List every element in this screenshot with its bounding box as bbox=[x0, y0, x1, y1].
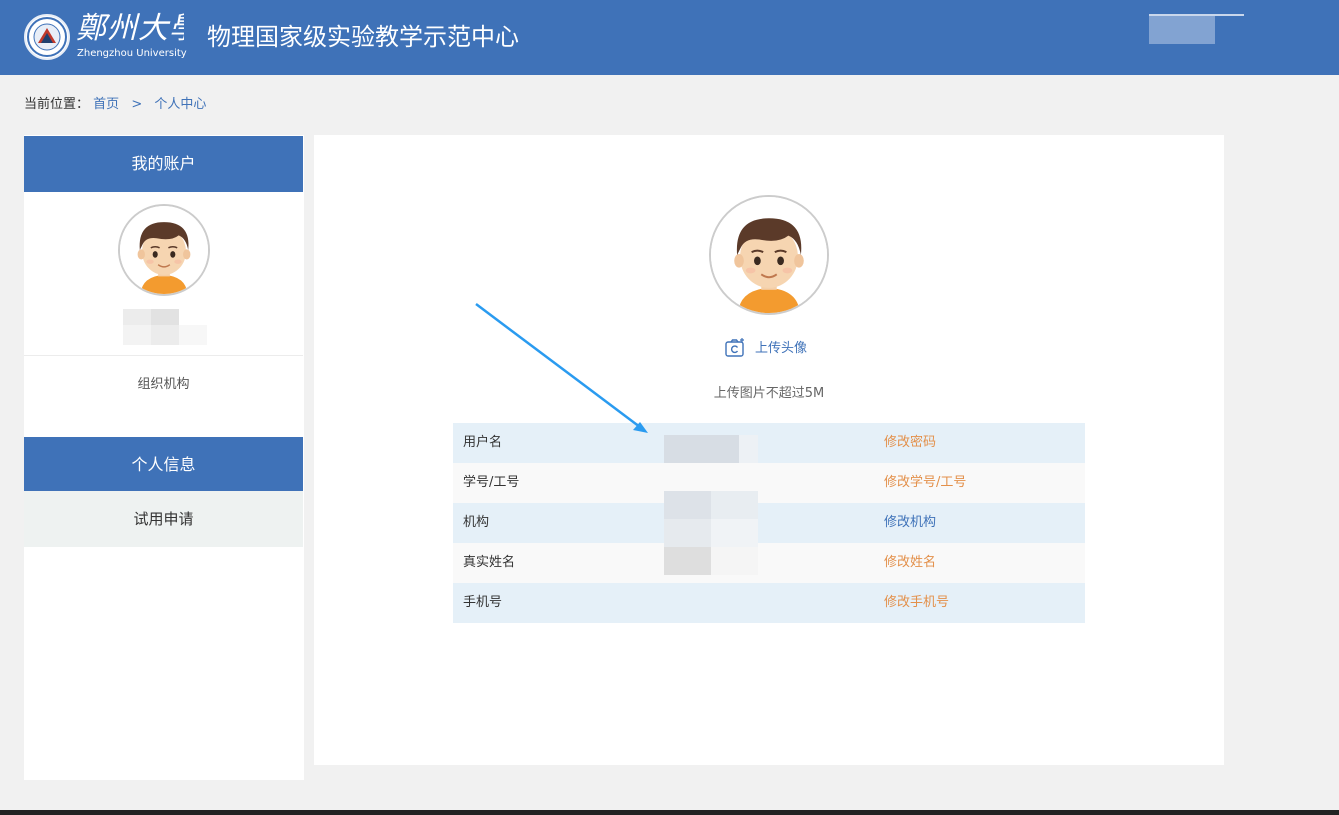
table-row: 机构 修改机构 bbox=[453, 503, 1085, 543]
table-row: 真实姓名 修改姓名 bbox=[453, 543, 1085, 583]
upload-hint: 上传图片不超过5M bbox=[713, 386, 825, 401]
site-title: 物理国家级实验教学示范中心 bbox=[207, 23, 519, 51]
row-label-phone: 手机号 bbox=[463, 595, 503, 610]
change-name-link[interactable]: 修改姓名 bbox=[884, 553, 936, 573]
sidebar-heading-my-account[interactable]: 我的账户 bbox=[24, 136, 303, 192]
top-header: 鄭州大學 Zhengzhou University 物理国家级实验教学示范中心 bbox=[0, 0, 1339, 75]
sidebar-item-trial-apply[interactable]: 试用申请 bbox=[24, 491, 303, 547]
sidebar: 我的账户 组织机构 个人信息 试用申请 bbox=[24, 135, 304, 780]
university-logo-english: Zhengzhou University bbox=[77, 48, 187, 59]
breadcrumb-prefix: 当前位置： bbox=[24, 97, 90, 112]
table-row: 学号/工号 修改学号/工号 bbox=[453, 463, 1085, 503]
sidebar-username-blurred bbox=[123, 309, 207, 347]
change-phone-link[interactable]: 修改手机号 bbox=[884, 593, 949, 613]
avatar-boy-icon bbox=[120, 206, 208, 294]
university-logo-text: 鄭州大學 bbox=[76, 11, 184, 46]
row-label-student-id: 学号/工号 bbox=[463, 475, 520, 490]
breadcrumb-home-link[interactable]: 首页 bbox=[93, 97, 119, 112]
row-label-real-name: 真实姓名 bbox=[463, 555, 516, 570]
profile-info-table: 用户名 修改密码 学号/工号 修改学号/工号 机构 修改机构 真实姓名 修改姓名… bbox=[453, 423, 1085, 623]
change-organization-link[interactable]: 修改机构 bbox=[884, 513, 936, 533]
user-menu-blurred[interactable] bbox=[1149, 14, 1244, 44]
sidebar-org-label: 组织机构 bbox=[137, 377, 190, 392]
university-seal-icon[interactable] bbox=[24, 14, 70, 60]
table-row: 手机号 修改手机号 bbox=[453, 583, 1085, 623]
sidebar-item-personal-info[interactable]: 个人信息 bbox=[24, 437, 303, 493]
camera-icon bbox=[725, 338, 744, 357]
row-label-organization: 机构 bbox=[463, 515, 490, 530]
upload-avatar-label[interactable]: 上传头像 bbox=[755, 340, 807, 358]
avatar-boy-icon bbox=[711, 197, 827, 313]
row-label-username: 用户名 bbox=[463, 435, 503, 450]
user-values-blurred bbox=[664, 423, 758, 583]
breadcrumb-separator: > bbox=[131, 97, 143, 112]
breadcrumb: 当前位置： 首页 > 个人中心 bbox=[24, 95, 206, 115]
sidebar-avatar bbox=[118, 204, 210, 296]
breadcrumb-current[interactable]: 个人中心 bbox=[154, 97, 206, 112]
table-row: 用户名 修改密码 bbox=[453, 423, 1085, 463]
profile-avatar[interactable] bbox=[709, 195, 829, 315]
bottom-bar bbox=[0, 810, 1339, 815]
change-student-id-link[interactable]: 修改学号/工号 bbox=[884, 473, 966, 493]
profile-panel: 上传头像 上传图片不超过5M 用户名 修改密码 学号/工号 修改学号/工号 机构… bbox=[314, 135, 1224, 765]
change-password-link[interactable]: 修改密码 bbox=[884, 433, 936, 453]
sidebar-divider bbox=[24, 355, 303, 356]
